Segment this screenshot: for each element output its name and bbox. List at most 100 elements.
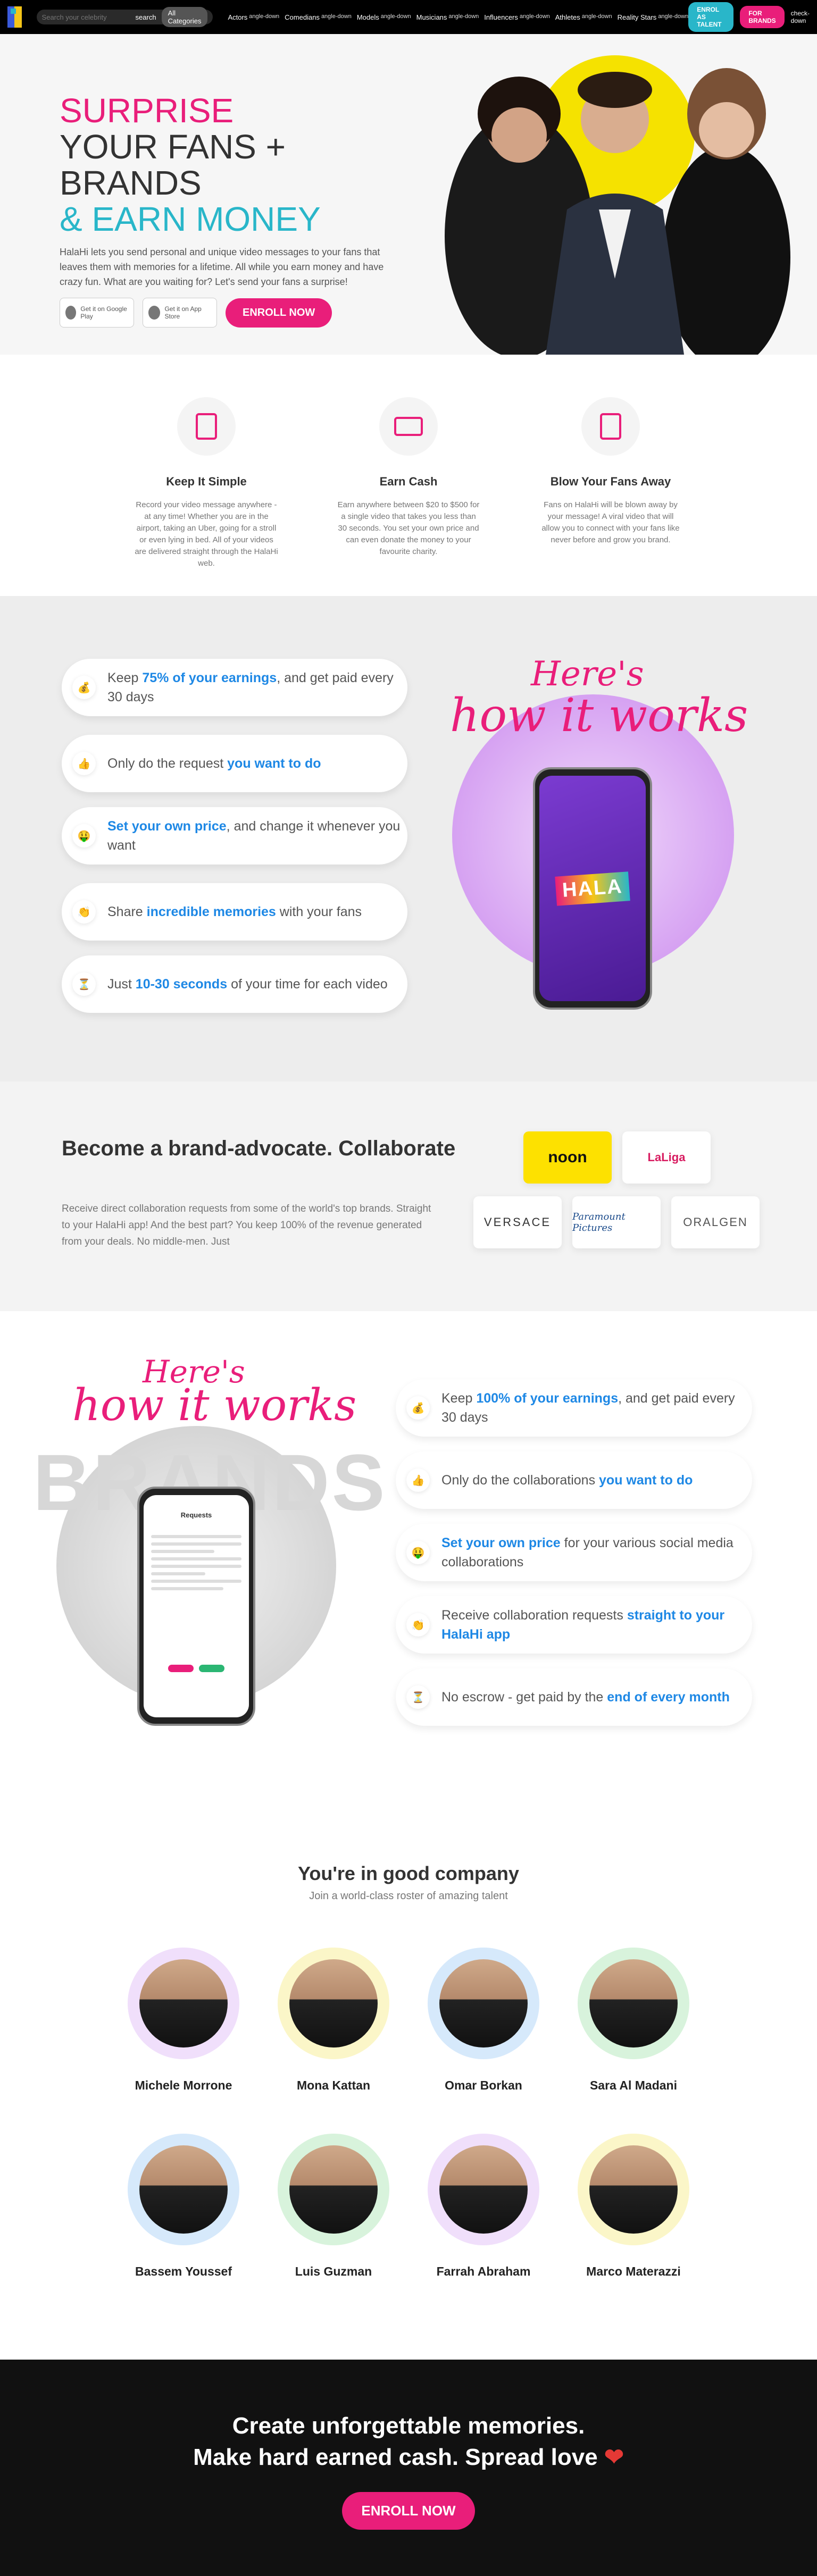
celeb-card[interactable]: Michele Morrone	[122, 1948, 245, 2093]
search-label[interactable]: search	[136, 13, 156, 21]
angle-down-icon: angle-down	[249, 13, 280, 20]
avatar	[278, 1948, 389, 2059]
hero-celebrities-image	[445, 55, 790, 355]
menu-item-models[interactable]: Models angle-down	[357, 13, 411, 21]
how-it-works-talent: 💰 Keep 75% of your earnings, and get pai…	[0, 596, 817, 1081]
celeb-name: Omar Borkan	[445, 2078, 522, 2092]
hero-title-line2: YOUR FANS + BRANDS	[60, 128, 286, 202]
money-face-icon: 🤑	[72, 824, 96, 848]
celeb-name: Marco Materazzi	[586, 2264, 681, 2278]
menu-item-athletes[interactable]: Athletes angle-down	[555, 13, 612, 21]
menu-item-actors[interactable]: Actors angle-down	[228, 13, 279, 21]
heart-icon: ❤	[604, 2444, 624, 2470]
avatar	[428, 1948, 539, 2059]
how-it-works-brands: BRANDS Here's how it works Requests 💰 Ke…	[0, 1311, 817, 1799]
money-bag-icon: 💰	[406, 1396, 430, 1420]
enroll-now-button[interactable]: ENROLL NOW	[226, 298, 332, 328]
for-brands-button[interactable]: FOR BRANDS	[740, 6, 785, 28]
halahi-logo[interactable]	[7, 6, 22, 28]
all-categories-button[interactable]: All Categories	[161, 7, 208, 27]
thumbs-up-icon: 👍	[72, 752, 96, 775]
clapping-icon: 👏	[406, 1613, 430, 1637]
phone-requests-title: Requests	[180, 1511, 212, 1519]
top-nav: search All Categories Actorsangle-down C…	[0, 0, 817, 34]
celeb-name: Luis Guzman	[295, 2264, 372, 2278]
feature-earn-cash: Earn Cash Earn anywhere between $20 to $…	[321, 397, 496, 596]
benefit-time: ⏳ Just 10-30 seconds of your time for ea…	[62, 955, 407, 1013]
feature-title: Blow Your Fans Away	[550, 475, 671, 488]
celeb-card[interactable]: Omar Borkan	[422, 1948, 545, 2093]
cta-line1: Create unforgettable memories.	[232, 2413, 585, 2439]
thumbs-up-icon: 👍	[406, 1469, 430, 1492]
feature-title: Keep It Simple	[166, 475, 247, 488]
avatar	[128, 1948, 239, 2059]
angle-down-icon: angle-down	[380, 13, 411, 20]
money-face-icon: 🤑	[406, 1541, 430, 1564]
cta-enroll-button[interactable]: ENROLL NOW	[342, 2492, 475, 2530]
features-section: Keep It Simple Record your video message…	[0, 355, 817, 596]
celeb-card[interactable]: Luis Guzman	[272, 2134, 395, 2279]
nav-actions: ENROL AS TALENT FOR BRANDS check-down	[688, 2, 810, 32]
menu-item-musicians[interactable]: Musicians angle-down	[416, 13, 479, 21]
decline-button[interactable]	[168, 1665, 194, 1672]
avatar	[578, 2134, 689, 2245]
celeb-name: Farrah Abraham	[436, 2264, 531, 2278]
brand-title: Become a brand-advocate. Collaborate	[62, 1137, 456, 1160]
oralgen-logo: ORALGEN	[671, 1196, 760, 1248]
hero-title-line3: & EARN MONEY	[60, 200, 321, 238]
feature-description: Fans on HalaHi will be blown away by you…	[541, 500, 680, 544]
hourglass-icon: ⏳	[72, 972, 96, 996]
celeb-name: Michele Morrone	[135, 2078, 232, 2092]
angle-down-icon: angle-down	[448, 13, 479, 20]
hero-text: SURPRISE YOUR FANS + BRANDS & EARN MONEY…	[60, 93, 405, 328]
accept-button[interactable]	[199, 1665, 224, 1672]
mobile-heart-icon	[581, 397, 640, 456]
celeb-card[interactable]: Mona Kattan	[272, 1948, 395, 2093]
hala-logo: HALA	[555, 871, 630, 906]
feature-blow-fans: Blow Your Fans Away Fans on HalaHi will …	[523, 397, 698, 596]
check-down-icon[interactable]: check-down	[791, 10, 810, 24]
avatar	[278, 2134, 389, 2245]
benefit-earnings: 💰 Keep 75% of your earnings, and get pai…	[62, 659, 407, 716]
angle-down-icon: angle-down	[581, 13, 612, 20]
cash-icon	[379, 397, 438, 456]
clapping-icon: 👏	[72, 900, 96, 924]
category-menu: Actors angle-down Comedians angle-down Mod…	[228, 13, 688, 21]
celeb-card[interactable]: Sara Al Madani	[572, 1948, 695, 2093]
heres-heading: Here's	[531, 655, 644, 694]
avatar	[128, 2134, 239, 2245]
brand-benefit-price: 🤑 Set your own price for your various so…	[396, 1524, 752, 1581]
app-store-button[interactable]: Get it on App Store	[143, 298, 217, 328]
how-it-works-heading: how it works	[72, 1380, 357, 1431]
enrol-talent-button[interactable]: ENROL AS TALENT	[688, 2, 734, 32]
search-input[interactable]	[41, 13, 136, 21]
apple-icon	[148, 306, 161, 320]
noon-logo: noon	[523, 1131, 612, 1184]
company-title: You're in good company	[298, 1862, 519, 1884]
avatar	[578, 1948, 689, 2059]
how-it-works-heading: how it works	[450, 689, 748, 742]
google-play-button[interactable]: Get it on Google Play	[60, 298, 134, 328]
benefit-requests: 👍 Only do the request you want to do	[62, 735, 407, 792]
cta-line2: Make hard earned cash. Spread love ❤	[193, 2444, 624, 2470]
phone-mockup: HALA	[533, 767, 652, 1010]
hero-title-line1: SURPRISE	[60, 91, 234, 130]
brand-benefit-escrow: ⏳ No escrow - get paid by the end of eve…	[396, 1668, 752, 1726]
brand-advocate-section: Become a brand-advocate. Collaborate Rec…	[0, 1081, 817, 1311]
angle-down-icon: angle-down	[658, 13, 689, 20]
money-bag-icon: 💰	[72, 676, 96, 699]
laliga-logo: LaLiga	[622, 1131, 711, 1184]
footer-cta: Create unforgettable memories. Make hard…	[0, 2360, 817, 2576]
menu-item-reality-stars[interactable]: Reality Stars angle-down	[618, 13, 689, 21]
celeb-card[interactable]: Farrah Abraham	[422, 2134, 545, 2279]
avatar	[428, 2134, 539, 2245]
phone-record-icon	[177, 397, 236, 456]
celeb-name: Bassem Youssef	[135, 2264, 232, 2278]
angle-down-icon: angle-down	[321, 13, 352, 20]
celeb-card[interactable]: Bassem Youssef	[122, 2134, 245, 2279]
brand-benefit-earnings: 💰 Keep 100% of your earnings, and get pa…	[396, 1379, 752, 1437]
hero-actions: Get it on Google Play Get it on App Stor…	[60, 298, 405, 328]
menu-item-comedians[interactable]: Comedians angle-down	[285, 13, 352, 21]
celeb-card[interactable]: Marco Materazzi	[572, 2134, 695, 2279]
menu-item-influencers[interactable]: Influencers angle-down	[484, 13, 549, 21]
